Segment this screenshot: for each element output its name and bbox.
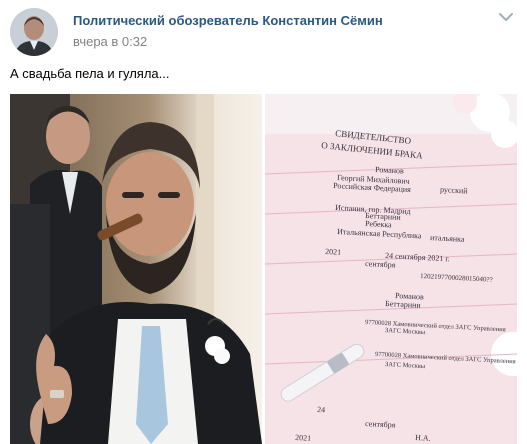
cert-issue-day: 24 bbox=[317, 405, 325, 414]
cert-issue-month: сентября bbox=[365, 419, 396, 430]
cert-marriage-year: 2021 bbox=[325, 247, 341, 257]
cert-issue-year: 2021 bbox=[295, 433, 311, 443]
avatar[interactable] bbox=[10, 8, 58, 56]
post-text: А свадьба пела и гуляла... bbox=[10, 66, 170, 81]
cert-signature: Н.А. bbox=[415, 433, 431, 443]
post-time[interactable]: вчера в 0:32 bbox=[73, 34, 147, 49]
cert-groom-surname: Романов bbox=[375, 165, 404, 176]
chevron-down-icon bbox=[499, 13, 513, 21]
avatar-image bbox=[10, 8, 58, 56]
cert-groom-nationality: русский bbox=[440, 185, 469, 195]
photo-wedding-guest-image bbox=[10, 94, 262, 444]
cert-surname-after-2: Беттарини bbox=[385, 299, 422, 310]
more-icon[interactable] bbox=[495, 10, 517, 26]
cert-marriage-month: сентября bbox=[365, 259, 396, 270]
post-header: Политический обозреватель Константин Сём… bbox=[10, 8, 517, 56]
photo-marriage-certificate-image: СВИДЕТЕЛЬСТВО О ЗАКЛЮЧЕНИИ БРАКА Романов… bbox=[265, 94, 517, 444]
photo-wedding-guest[interactable] bbox=[10, 94, 262, 444]
cert-bride-nationality: итальянка bbox=[430, 233, 465, 244]
author-name[interactable]: Политический обозреватель Константин Сём… bbox=[73, 13, 383, 28]
photo-marriage-certificate[interactable]: СВИДЕТЕЛЬСТВО О ЗАКЛЮЧЕНИИ БРАКА Романов… bbox=[265, 94, 517, 444]
